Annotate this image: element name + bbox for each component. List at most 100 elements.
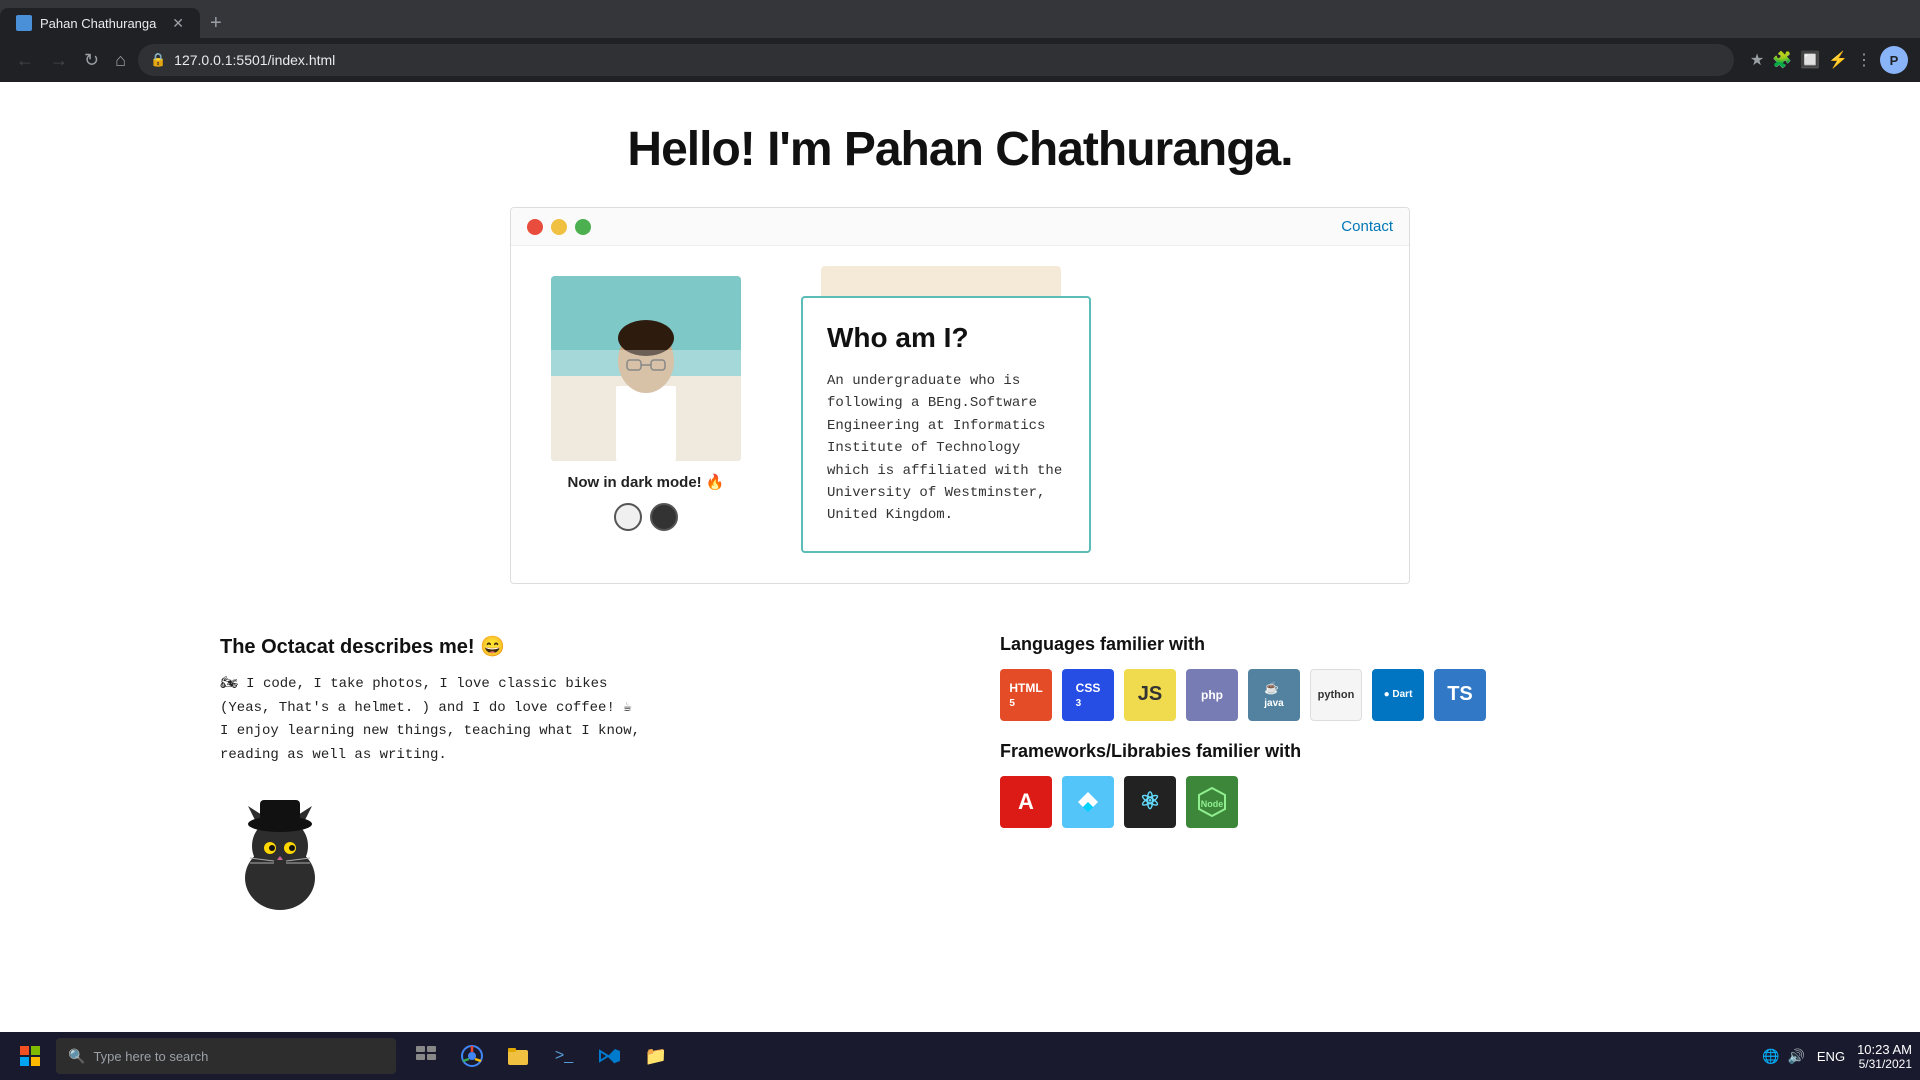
css-label: CSS3 [1076, 681, 1101, 709]
browser-tab[interactable]: Pahan Chathuranga ✕ [0, 8, 200, 38]
below-fold-section: The Octacat describes me! 😄 🏍 I code, I … [0, 604, 1920, 953]
forward-button[interactable]: → [46, 46, 72, 75]
volume-icon: 🔊 [1787, 1048, 1804, 1065]
taskbar-search-bar[interactable]: 🔍 Type here to search [56, 1038, 396, 1074]
taskbar-search-icon: 🔍 [68, 1048, 85, 1065]
angular-label: A [1018, 789, 1034, 815]
taskbar-task-view[interactable] [404, 1036, 448, 1076]
flutter-icon [1073, 787, 1103, 817]
angular-badge: A [1000, 776, 1052, 828]
dot-red [527, 219, 543, 235]
octacat-title: The Octacat describes me! 😄 [220, 634, 920, 659]
js-label: JS [1138, 683, 1162, 706]
taskbar-chrome[interactable] [450, 1036, 494, 1076]
back-button[interactable]: ← [12, 46, 38, 75]
dot-yellow [551, 219, 567, 235]
clock: 10:23 AM 5/31/2021 [1857, 1042, 1912, 1071]
browser-chrome: Pahan Chathuranga ✕ + ← → ↻ ⌂ 🔒 127.0.0.… [0, 0, 1920, 82]
bookmark-button[interactable]: ★ [1750, 50, 1764, 70]
js-badge: JS [1124, 669, 1176, 721]
svg-text:Node: Node [1201, 799, 1224, 809]
taskbar-search-placeholder: Type here to search [93, 1049, 208, 1064]
dark-mode-text: Now in dark mode! 🔥 [567, 473, 724, 491]
dot-green [575, 219, 591, 235]
taskbar-file-explorer[interactable] [496, 1036, 540, 1076]
card-top-bar: Contact [511, 208, 1409, 246]
clock-time: 10:23 AM [1857, 1042, 1912, 1057]
ts-label: TS [1447, 683, 1473, 706]
flutter-badge [1062, 776, 1114, 828]
nodejs-icon: Node [1195, 785, 1229, 819]
nodejs-badge: Node [1186, 776, 1238, 828]
network-icon: 🌐 [1762, 1048, 1779, 1065]
who-am-i-description: An undergraduate who is following a BEng… [827, 370, 1065, 527]
profile-photo [551, 276, 741, 461]
left-column: Now in dark mode! 🔥 [551, 276, 741, 531]
extension-3-button[interactable]: ⚡ [1828, 50, 1848, 70]
java-badge: ☕java [1248, 669, 1300, 721]
new-tab-button[interactable]: + [200, 12, 232, 35]
start-button[interactable] [8, 1036, 52, 1076]
php-label: php [1201, 688, 1223, 702]
clock-date: 5/31/2021 [1857, 1057, 1912, 1071]
contact-link[interactable]: Contact [1341, 218, 1393, 235]
languages-title: Languages familier with [1000, 634, 1700, 655]
vscode-icon [599, 1045, 621, 1067]
taskbar: 🔍 Type here to search [0, 1032, 1920, 1080]
address-bar-row: ← → ↻ ⌂ 🔒 127.0.0.1:5501/index.html ★ 🧩 … [0, 38, 1920, 82]
dart-label: ● Dart [1384, 689, 1413, 700]
reload-button[interactable]: ↻ [80, 46, 103, 75]
bio-section: The Octacat describes me! 😄 🏍 I code, I … [220, 634, 920, 923]
ts-badge: TS [1434, 669, 1486, 721]
tab-favicon [16, 15, 32, 31]
python-badge: python [1310, 669, 1362, 721]
toggle-group [614, 503, 678, 531]
file-explorer-icon [507, 1045, 529, 1067]
system-tray-icons: 🌐 🔊 [1762, 1048, 1805, 1065]
dart-badge: ● Dart [1372, 669, 1424, 721]
taskbar-apps: >_ 📁 [404, 1036, 678, 1076]
extension-2-button[interactable]: 🔲 [1800, 50, 1820, 70]
portfolio-card: Contact [510, 207, 1410, 584]
who-am-i-card: Who am I? An undergraduate who is follow… [801, 296, 1091, 553]
home-button[interactable]: ⌂ [111, 46, 130, 75]
dark-mode-toggle[interactable] [650, 503, 678, 531]
window-dots [527, 219, 591, 235]
chrome-icon [461, 1045, 483, 1067]
php-badge: php [1186, 669, 1238, 721]
tab-title: Pahan Chathuranga [40, 16, 156, 31]
extension-button[interactable]: 🧩 [1772, 50, 1792, 70]
cat-illustration [220, 798, 340, 918]
tech-icons: HTML5 CSS3 JS php ☕java [1000, 669, 1700, 721]
taskbar-files[interactable]: 📁 [634, 1036, 678, 1076]
taskbar-vscode[interactable] [588, 1036, 632, 1076]
url-text: 127.0.0.1:5501/index.html [174, 52, 335, 68]
right-column: Who am I? An undergraduate who is follow… [801, 276, 1369, 553]
task-view-icon [415, 1045, 437, 1067]
menu-button[interactable]: ⋮ [1856, 50, 1872, 70]
tab-close-button[interactable]: ✕ [172, 15, 184, 32]
react-badge: ⚛ [1124, 776, 1176, 828]
tab-bar: Pahan Chathuranga ✕ + [0, 0, 1920, 38]
browser-actions: ★ 🧩 🔲 ⚡ ⋮ P [1750, 46, 1908, 74]
bio-text: 🏍 I code, I take photos, I love classic … [220, 673, 920, 768]
light-mode-toggle[interactable] [614, 503, 642, 531]
card-body: Now in dark mode! 🔥 Who am I? An undergr… [511, 246, 1409, 583]
python-label: python [1318, 689, 1355, 701]
taskbar-terminal[interactable]: >_ [542, 1036, 586, 1076]
taskbar-right: 🌐 🔊 ENG 10:23 AM 5/31/2021 [1762, 1042, 1912, 1071]
who-am-i-title: Who am I? [827, 322, 1065, 354]
page-content: Hello! I'm Pahan Chathuranga. Contact [0, 82, 1920, 1032]
html-label: HTML5 [1009, 681, 1042, 709]
page-title: Hello! I'm Pahan Chathuranga. [0, 122, 1920, 177]
skills-section: Languages familier with HTML5 CSS3 JS ph… [1000, 634, 1700, 923]
html-badge: HTML5 [1000, 669, 1052, 721]
address-bar[interactable]: 🔒 127.0.0.1:5501/index.html [138, 44, 1734, 76]
language-indicator: ENG [1817, 1049, 1845, 1064]
framework-icons: A ⚛ Node [1000, 776, 1700, 828]
react-label: ⚛ [1139, 787, 1161, 816]
java-label: ☕java [1264, 681, 1283, 709]
css-badge: CSS3 [1062, 669, 1114, 721]
profile-button[interactable]: P [1880, 46, 1908, 74]
frameworks-title: Frameworks/Librabies familier with [1000, 741, 1700, 762]
